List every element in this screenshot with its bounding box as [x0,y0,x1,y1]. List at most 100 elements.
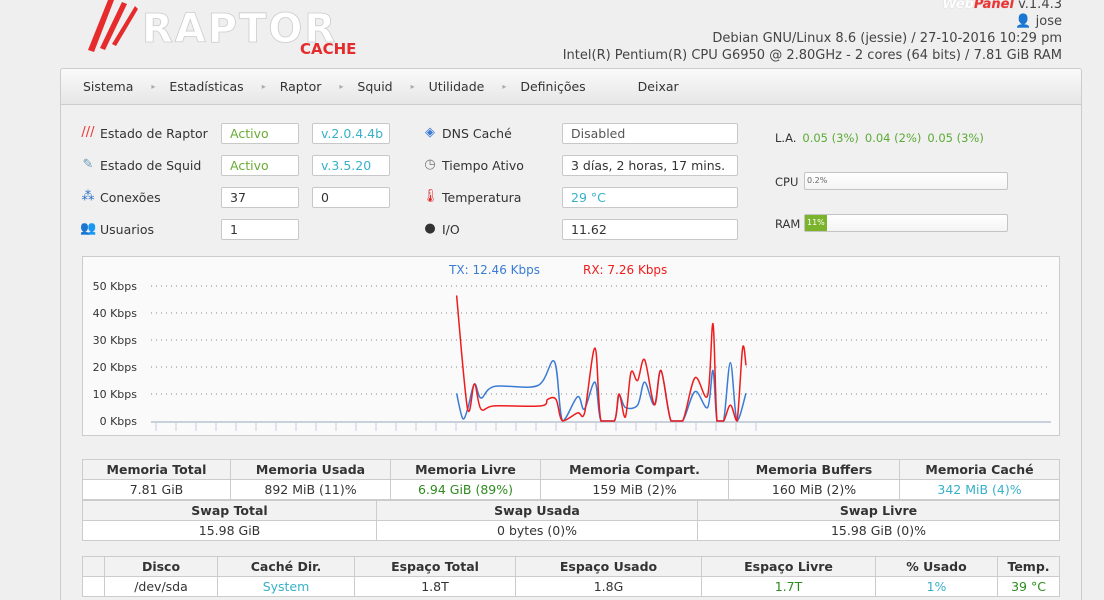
y-tick-label: 40 Kbps [93,307,138,320]
legend-rx: RX: 7.26 Kbps [583,263,667,277]
swap-header: Swap Livre [697,500,1060,521]
disk-header: Temp. [997,556,1060,577]
cpu-label: CPU [775,175,799,189]
memory-header: Memoria Compart. [540,459,729,480]
raptor-status-label: ///Estado de Raptor [81,125,208,141]
version: v.1.4.3 [1018,0,1062,12]
legend-tx: TX: 12.46 Kbps [448,263,540,277]
chevron-icon: ▸ [151,82,156,91]
swap-value: 15.98 GiB (0)% [697,520,1060,541]
traffic-chart-svg: TX: 12.46 Kbps RX: 7.26 Kbps 0 Kbps 10 Kb… [93,263,1051,431]
y-tick-label: 10 Kbps [93,388,138,401]
swap-value: 15.98 GiB [82,520,377,541]
header-info: WebPanel v.1.4.3 👤 jose Debian GNU/Linux… [563,0,1062,64]
chevron-icon: ▸ [410,82,415,91]
ram-label: RAM [775,217,801,231]
disk-table: Disco Caché Dir. Espaço Total Espaço Usado E… [82,556,1060,597]
webpanel-logo: WebPanel [942,0,1014,12]
y-tick-label: 30 Kbps [93,334,138,347]
nav-raptor[interactable]: Raptor [280,79,322,94]
memory-value: 159 MiB (2)% [540,479,729,500]
users-icon: 👥 [80,221,97,236]
raptor-cache-logo: RAPTOR CACHE [88,0,356,58]
chevron-icon: ▸ [339,82,344,91]
raptor-icon: /// [81,125,95,140]
connections-value-2: 0 [312,187,390,208]
disk-select-header [82,556,105,577]
uptime-label: ◷ Tiempo Ativo [422,157,524,173]
temperature-label: 🌡 Temperatura [422,189,522,205]
disk-select[interactable] [82,576,105,597]
disk-cache-dir[interactable]: System [217,576,355,597]
memory-value: 342 MiB (4)% [899,479,1060,500]
y-tick-label: 20 Kbps [93,361,138,374]
network-icon: ⁂ [81,189,95,204]
disk-header: Espaço Total [354,556,516,577]
dns-value: Disabled [562,123,738,144]
squid-version: v.3.5.20 [312,155,390,176]
users-value: 1 [221,219,299,240]
cpu-bar: 0.2% [804,172,1008,190]
ram-bar: 11% [804,214,1008,232]
disk-header: Disco [104,556,218,577]
users-label: 👥 Usuarios [80,221,155,237]
nav-utilidade[interactable]: Utilidade [429,79,485,94]
svg-text:CACHE: CACHE [300,40,356,58]
uptime-value: 3 días, 2 horas, 17 mins. [562,155,738,176]
swap-header: Swap Total [82,500,377,521]
disk-header: Caché Dir. [217,556,355,577]
disk-name: /dev/sda [104,576,218,597]
memory-header: Memoria Caché [899,459,1060,480]
disk-percent: 1% [875,576,998,597]
raptor-state: Activo [221,123,299,144]
memory-header: Memoria Buffers [728,459,900,480]
load-average: L.A. 0.05 (3%) 0.04 (2%) 0.05 (3%) [775,131,984,145]
user[interactable]: 👤 jose [563,13,1062,30]
memory-table: Memoria Total Memoria Usada Memoria Livre M… [82,459,1060,500]
memory-value: 892 MiB (11)% [230,479,391,500]
nav-sistema[interactable]: Sistema [83,79,133,94]
connections-label: ⁂ Conexões [81,189,161,205]
memory-value: 7.81 GiB [82,479,231,500]
squid-status-label: ✎ Estado de Squid [80,157,202,173]
nav-deixar[interactable]: Deixar [638,79,679,94]
disk-temp: 39 °C [997,576,1060,597]
disk-used: 1.8G [515,576,702,597]
disk-free: 1.7T [701,576,876,597]
traffic-chart: TX: 12.46 Kbps RX: 7.26 Kbps 0 Kbps 10 Kb… [82,256,1060,436]
memory-header: Memoria Total [82,459,231,480]
disk-header: Espaço Livre [701,556,876,577]
memory-value: 6.94 GiB (89%) [390,479,541,500]
clock-icon: ◷ [424,157,436,172]
connections-value: 37 [221,187,299,208]
disk-total: 1.8T [354,576,516,597]
squid-state: Activo [221,155,299,176]
temperature-value: 29 °C [562,187,738,208]
nav-estadisticas[interactable]: Estadísticas [169,79,243,94]
swap-header: Swap Usada [376,500,698,521]
user-icon: 👤 [1015,14,1032,29]
thermometer-icon: 🌡 [422,189,439,204]
y-tick-label: 50 Kbps [93,280,138,293]
nav-squid[interactable]: Squid [357,79,392,94]
swap-value: 0 bytes (0)% [376,520,698,541]
disk-header: % Usado [875,556,998,577]
memory-header: Memoria Livre [390,459,541,480]
main-nav: Sistema ▸ Estadísticas ▸ Raptor ▸ Squid ▸ Ut… [60,68,1082,105]
memory-value: 160 MiB (2)% [728,479,900,500]
chevron-icon: ▸ [502,82,507,91]
io-label: ● I/O [422,221,459,237]
os-info: Debian GNU/Linux 8.6 (jessie) / 27-10-20… [712,31,1062,46]
chevron-icon: ▸ [261,82,266,91]
memory-header: Memoria Usada [230,459,391,480]
nav-definicoes[interactable]: Definições [520,79,585,94]
y-tick-label: 0 Kbps [100,415,138,428]
raptor-version: v.2.0.4.4b [312,123,390,144]
dns-label: ◈ DNS Caché [422,125,512,141]
cpu-info: Intel(R) Pentium(R) CPU G6950 @ 2.80GHz … [562,48,1062,63]
dns-icon: ◈ [425,125,435,140]
disk-header: Espaço Usado [515,556,702,577]
disk-io-icon: ● [424,221,436,236]
squid-icon: ✎ [82,157,94,172]
io-value: 11.62 [562,219,738,240]
